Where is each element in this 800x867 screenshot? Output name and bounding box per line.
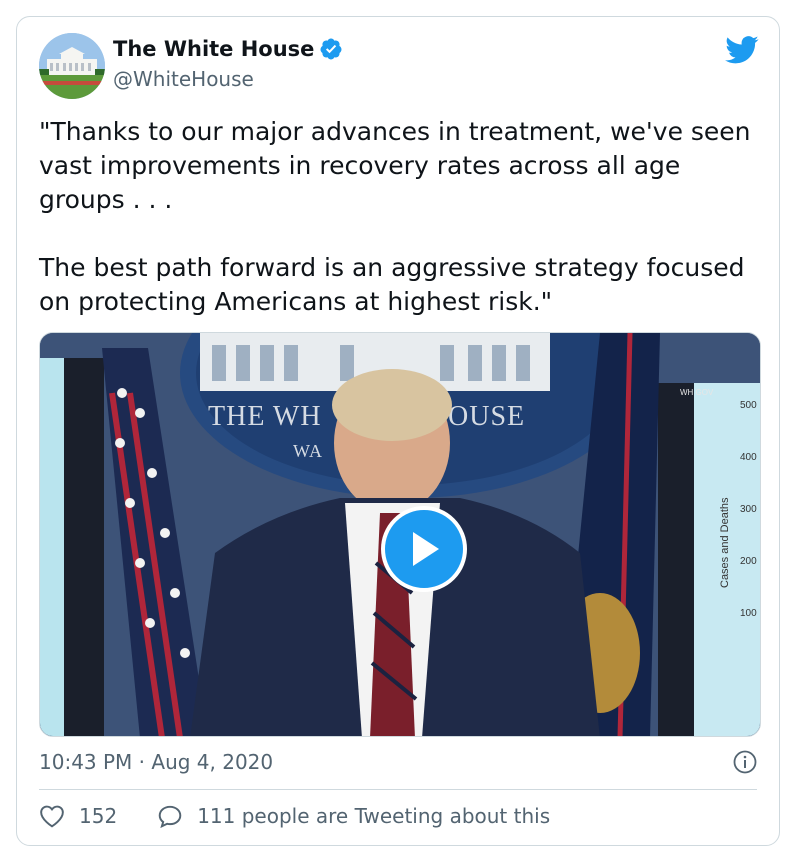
tweet-paragraph: "Thanks to our major advances in treatme… xyxy=(39,117,751,214)
verified-badge-icon xyxy=(320,38,342,60)
play-icon xyxy=(413,532,439,566)
account-name-text: The White House xyxy=(113,37,315,61)
tweet-actions: 152 111 people are Tweeting about this xyxy=(39,804,550,828)
tweet-card[interactable]: The White House @WhiteHouse "Thanks to o… xyxy=(16,16,780,846)
tweeting-about-link[interactable]: 111 people are Tweeting about this xyxy=(157,804,550,828)
speech-bubble-icon xyxy=(158,805,182,828)
info-icon[interactable] xyxy=(733,750,757,774)
account-name[interactable]: The White House xyxy=(113,37,343,61)
tweet-text: "Thanks to our major advances in treatme… xyxy=(39,115,759,319)
white-house-avatar-image xyxy=(39,33,105,99)
chart-tick-label: 400 xyxy=(740,452,757,463)
chart-tick-label: 300 xyxy=(740,504,757,515)
avatar[interactable] xyxy=(39,33,105,99)
heart-icon xyxy=(40,805,64,828)
play-button[interactable] xyxy=(381,506,467,592)
tweeting-about-text: 111 people are Tweeting about this xyxy=(197,804,551,828)
tweet-paragraph: The best path forward is an aggressive s… xyxy=(39,253,745,316)
like-button[interactable]: 152 xyxy=(39,804,117,828)
backdrop-text: THE WH xyxy=(208,401,322,432)
tweet-timestamp[interactable]: 10:43 PM · Aug 4, 2020 xyxy=(39,750,273,774)
account-handle[interactable]: @WhiteHouse xyxy=(113,67,254,91)
video-player[interactable]: THE WH OUSE WA WH GOV 500 400 300 200 10… xyxy=(39,332,761,737)
twitter-bird-icon[interactable] xyxy=(725,35,759,65)
chart-axis-label: Cases and Deaths xyxy=(719,497,731,588)
backdrop-text: WA xyxy=(293,441,323,461)
like-count: 152 xyxy=(79,804,118,828)
chart-tick-label: 100 xyxy=(740,608,757,619)
whgov-text: WH GOV xyxy=(680,388,714,397)
chart-tick-label: 500 xyxy=(740,400,757,411)
chart-tick-label: 200 xyxy=(740,556,757,567)
backdrop-text: OUSE xyxy=(448,401,525,432)
divider xyxy=(39,789,757,790)
